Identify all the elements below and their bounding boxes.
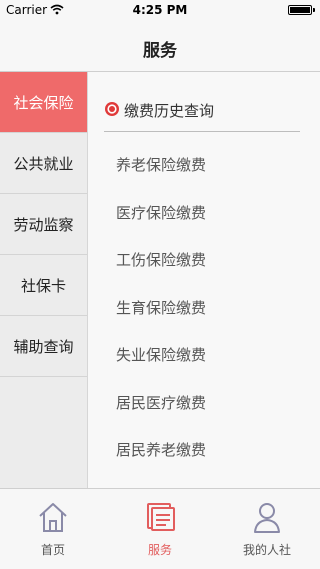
list-item[interactable]: 工伤保险缴费: [88, 237, 320, 285]
user-icon: [254, 503, 280, 533]
list-item[interactable]: 养老保险缴费: [88, 142, 320, 190]
tab-service[interactable]: 服务: [107, 489, 213, 569]
sidebar-item-label: 劳动监察: [13, 215, 74, 234]
tab-label: 服务: [147, 543, 172, 557]
sidebar-item-labor-inspection[interactable]: 劳动监察: [0, 194, 87, 255]
section-title: 缴费历史查询: [124, 102, 215, 120]
list-item[interactable]: 居民医疗缴费: [88, 380, 320, 428]
nav-bar: 服务: [0, 20, 320, 72]
status-bar: Carrier 4:25 PM: [0, 0, 320, 20]
status-time: 4:25 PM: [132, 3, 188, 17]
list-item[interactable]: 失业保险缴费: [88, 332, 320, 380]
section-header: 缴费历史查询: [104, 96, 300, 132]
tab-bar: 首页 服务 我的人社: [0, 488, 320, 568]
target-icon: [105, 102, 119, 116]
payment-list: 养老保险缴费 医疗保险缴费 工伤保险缴费 生育保险缴费 失业保险缴费 居民医疗缴…: [88, 142, 320, 475]
sidebar-item-label: 辅助查询: [13, 337, 74, 356]
sidebar: 社会保险 公共就业 劳动监察 社保卡 辅助查询: [0, 72, 88, 488]
service-icon: [147, 503, 175, 531]
list-item[interactable]: 居民养老缴费: [88, 427, 320, 475]
sidebar-item-label: 公共就业: [13, 154, 74, 173]
tab-label: 我的人社: [242, 543, 291, 557]
sidebar-item-label: 社会保险: [13, 93, 74, 112]
list-item[interactable]: 医疗保险缴费: [88, 190, 320, 238]
tab-label: 首页: [40, 543, 65, 557]
page-title: 服务: [143, 41, 177, 61]
tab-home[interactable]: 首页: [0, 489, 106, 569]
list-item[interactable]: 生育保险缴费: [88, 285, 320, 333]
main-content: 缴费历史查询 养老保险缴费 医疗保险缴费 工伤保险缴费 生育保险缴费 失业保险缴…: [88, 72, 320, 488]
sidebar-item-public-employment[interactable]: 公共就业: [0, 133, 87, 194]
sidebar-item-label: 社保卡: [20, 276, 66, 295]
sidebar-item-auxiliary-query[interactable]: 辅助查询: [0, 316, 87, 377]
tab-my-profile[interactable]: 我的人社: [214, 489, 320, 569]
battery-icon: [288, 5, 315, 15]
home-icon: [39, 503, 67, 532]
sidebar-item-social-card[interactable]: 社保卡: [0, 255, 87, 316]
sidebar-item-social-insurance[interactable]: 社会保险: [0, 72, 87, 133]
